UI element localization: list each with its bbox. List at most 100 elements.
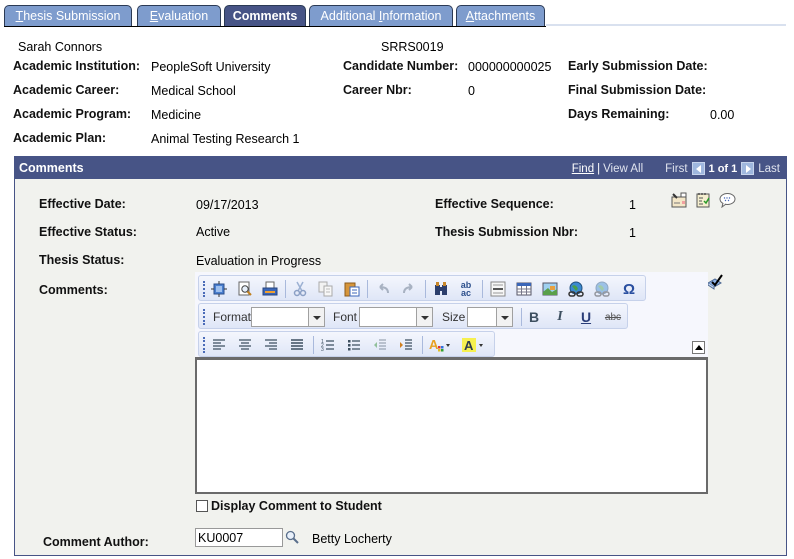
outdent-icon[interactable] — [371, 336, 389, 354]
effective-sequence-value: 1 — [629, 198, 636, 212]
comments-panel-header: Comments Find | View All First 1 of 1 La… — [15, 157, 786, 179]
tab-thesis-submission[interactable]: Thesis Submission — [4, 5, 132, 27]
academic-program-label: Academic Program: — [13, 107, 132, 121]
checklist-icon[interactable] — [695, 192, 711, 208]
toolbar-separator — [285, 280, 286, 298]
tab-additional-information[interactable]: Additional Information — [309, 5, 453, 27]
font-select[interactable] — [359, 307, 433, 327]
career-nbr-label: Career Nbr: — [343, 83, 412, 97]
notification-icon[interactable] — [671, 192, 687, 208]
student-id: SRRS0019 — [381, 40, 444, 54]
toolbar-separator — [425, 280, 426, 298]
toolbar-grip[interactable] — [203, 309, 205, 325]
indent-icon[interactable] — [397, 336, 415, 354]
academic-institution-label: Academic Institution: — [13, 59, 141, 73]
cut-icon[interactable] — [291, 280, 309, 298]
preview-icon[interactable] — [236, 280, 254, 298]
spell-check-icon[interactable] — [706, 272, 724, 290]
thesis-status-value: Evaluation in Progress — [196, 254, 322, 268]
previous-arrow-icon[interactable] — [691, 162, 705, 175]
text-color-icon[interactable]: A — [428, 336, 454, 354]
display-comment-checkbox[interactable] — [196, 500, 208, 512]
early-submission-date-label: Early Submission Date: — [568, 59, 708, 73]
font-label: Font — [333, 310, 358, 324]
toolbar-separator — [482, 280, 483, 298]
italic-button[interactable]: I — [551, 308, 569, 326]
justify-icon[interactable] — [288, 336, 306, 354]
tab-baseline — [4, 26, 546, 27]
svg-text:A: A — [429, 337, 439, 352]
toolbar-separator — [521, 308, 522, 326]
size-label: Size — [442, 310, 466, 324]
align-right-icon[interactable] — [262, 336, 280, 354]
strikethrough-button[interactable]: abc — [602, 308, 624, 326]
academic-career-value: Medical School — [151, 84, 236, 98]
tab-divider — [546, 24, 786, 26]
tab-comments[interactable]: Comments — [224, 5, 306, 27]
last-link[interactable]: Last — [758, 163, 780, 175]
bullet-list-icon[interactable] — [345, 336, 363, 354]
align-center-icon[interactable] — [236, 336, 254, 354]
format-select[interactable] — [251, 307, 325, 327]
special-character-icon[interactable]: Ω — [620, 280, 638, 298]
image-icon[interactable] — [541, 280, 559, 298]
svg-text:3: 3 — [321, 347, 324, 352]
find-link[interactable]: Find — [572, 163, 594, 175]
effective-status-value: Active — [196, 225, 231, 239]
link-globe-icon[interactable] — [567, 280, 585, 298]
find-binoculars-icon[interactable] — [432, 280, 450, 298]
career-nbr-value: 0 — [468, 84, 475, 98]
toolbar-separator — [422, 336, 423, 354]
comment-author-label: Comment Author: — [43, 535, 149, 549]
paste-icon[interactable] — [343, 280, 361, 298]
comments-editor-textarea[interactable] — [195, 357, 708, 494]
comments-panel-title: Comments — [19, 161, 84, 175]
tab-evaluation[interactable]: Evaluation — [137, 5, 221, 27]
undo-icon[interactable] — [374, 280, 392, 298]
bold-button[interactable]: B — [525, 308, 543, 326]
redo-icon[interactable] — [400, 280, 418, 298]
days-remaining-value: 0.00 — [710, 108, 735, 122]
comment-bubble-icon[interactable] — [719, 192, 736, 209]
thesis-status-label: Thesis Status: — [39, 253, 125, 267]
candidate-number-label: Candidate Number: — [343, 59, 459, 73]
background-color-icon[interactable]: A — [461, 336, 487, 354]
search-icon[interactable] — [285, 530, 299, 544]
horizontal-rule-icon[interactable] — [489, 280, 507, 298]
candidate-number-value: 000000000025 — [468, 60, 552, 74]
numbered-list-icon[interactable]: 123 — [319, 336, 337, 354]
nav-separator: | — [597, 162, 601, 175]
thesis-submission-nbr-label: Thesis Submission Nbr: — [435, 225, 579, 239]
effective-sequence-label: Effective Sequence: — [435, 197, 554, 211]
next-arrow-icon[interactable] — [741, 162, 755, 175]
academic-career-label: Academic Career: — [13, 83, 120, 97]
record-count: 1 of 1 — [708, 162, 738, 175]
copy-icon[interactable] — [317, 280, 335, 298]
align-left-icon[interactable] — [210, 336, 228, 354]
underline-button[interactable]: U — [577, 308, 595, 326]
comment-author-input[interactable] — [195, 528, 283, 547]
days-remaining-label: Days Remaining: — [568, 107, 670, 121]
tab-attachments[interactable]: Attachments — [456, 5, 545, 27]
size-select[interactable] — [467, 307, 513, 327]
chevron-down-icon — [496, 308, 512, 326]
editor-toolbar-row-3: 123 A A — [198, 331, 495, 357]
view-all-link[interactable]: View All — [603, 163, 643, 175]
chevron-down-icon — [308, 308, 324, 326]
toolbar-grip[interactable] — [203, 281, 205, 297]
unlink-globe-icon[interactable] — [593, 280, 611, 298]
academic-program-value: Medicine — [151, 108, 202, 122]
table-icon[interactable] — [515, 280, 533, 298]
student-name: Sarah Connors — [18, 40, 103, 54]
toolbar-grip[interactable] — [203, 337, 205, 353]
effective-date-label: Effective Date: — [39, 197, 126, 211]
print-icon[interactable] — [261, 280, 279, 298]
record-navigation: Find | View All First 1 of 1 Last — [572, 162, 780, 175]
first-link[interactable]: First — [665, 163, 687, 175]
final-submission-date-label: Final Submission Date: — [568, 83, 707, 97]
comments-label: Comments: — [39, 283, 108, 297]
chevron-down-icon — [416, 308, 432, 326]
source-view-icon[interactable] — [210, 280, 228, 298]
collapse-toolbar-button[interactable] — [692, 341, 705, 354]
replace-icon[interactable]: ab ac — [457, 280, 475, 298]
